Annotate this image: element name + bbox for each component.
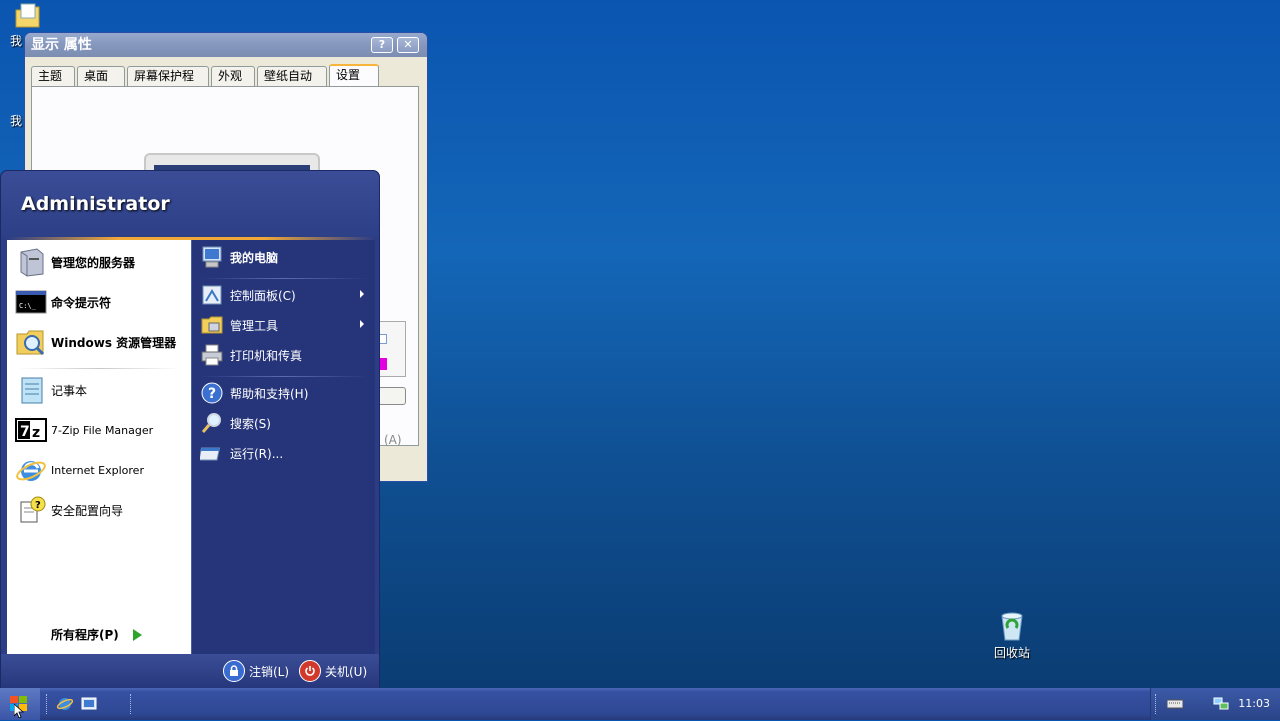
help-button[interactable]: ? (371, 37, 393, 53)
menu-item-notepad[interactable]: 记事本 (15, 372, 185, 408)
folder-icon (13, 2, 43, 30)
menu-item-my-computer[interactable]: 我的电脑 (200, 244, 370, 270)
recycle-bin-icon (997, 610, 1027, 642)
menu-item-admin-tools[interactable]: 管理工具 (200, 312, 370, 338)
ie-quicklaunch-icon[interactable] (56, 695, 74, 716)
taskbar: 11:03 (0, 688, 1280, 720)
shutdown-label: 关机(U) (325, 664, 368, 679)
tab-settings[interactable]: 设置 (329, 64, 379, 86)
menu-item-label: 打印机和传真 (230, 348, 303, 363)
tab-wallpaper-changer[interactable]: 壁纸自动换 (257, 66, 327, 101)
menu-item-label: Internet Explorer (51, 463, 144, 477)
mouse-cursor-icon (13, 703, 25, 721)
clock[interactable]: 11:03 (1238, 697, 1270, 710)
computer-icon (200, 245, 224, 269)
menu-item-label: 命令提示符 (51, 295, 112, 310)
separator (200, 376, 368, 377)
svg-text:?: ? (208, 386, 216, 402)
window-titlebar[interactable]: 显示 属性 (25, 33, 427, 57)
shutdown-button[interactable]: 关机(U) (299, 660, 367, 682)
taskbar-grip[interactable] (130, 694, 132, 714)
desktop-icon-computer[interactable]: 我 (6, 110, 26, 129)
logoff-button[interactable]: 注销(L) (223, 660, 289, 682)
system-tray: 11:03 (1150, 688, 1280, 720)
close-button[interactable]: ✕ (397, 37, 419, 53)
menu-item-label: 搜索(S) (230, 416, 271, 431)
logoff-label: 注销(L) (249, 664, 290, 679)
menu-item-label: Windows 资源管理器 (51, 335, 177, 350)
user-name: Administrator (21, 193, 170, 215)
menu-item-label: 记事本 (51, 383, 88, 398)
menu-item-label: 管理工具 (230, 318, 279, 333)
separator (200, 278, 368, 279)
menu-item-help[interactable]: ? 帮助和支持(H) (200, 380, 370, 406)
window-title: 显示 属性 (31, 37, 92, 53)
server-icon (15, 246, 47, 278)
keyboard-icon[interactable] (1166, 698, 1184, 713)
menu-item-cmd[interactable]: C:\_ 命令提示符 (15, 284, 185, 320)
tab-desktop[interactable]: 桌面 (77, 66, 125, 86)
menu-item-manage-server[interactable]: 管理您的服务器 (15, 244, 185, 280)
start-menu-right-pane: 我的电脑 控制面板(C) 管理工具 打印机和传真 ? 帮助和支持(H) 搜索(S… (191, 240, 375, 654)
notepad-icon (15, 374, 47, 406)
menu-item-label: 安全配置向导 (51, 503, 124, 518)
advanced-button[interactable] (376, 387, 406, 405)
desktop-icon-label: 回收站 (993, 646, 1030, 660)
search-icon (200, 411, 224, 435)
help-icon: ? (200, 381, 224, 405)
tray-grip (1155, 694, 1157, 714)
svg-text:?: ? (35, 500, 41, 511)
printer-icon (200, 343, 224, 367)
svg-text:z: z (32, 425, 40, 441)
explorer-icon (15, 326, 47, 358)
menu-item-run[interactable]: 运行(R)... (198, 440, 370, 466)
menu-item-security-wizard[interactable]: ? 安全配置向导 (15, 492, 185, 528)
control-panel-icon (200, 283, 224, 307)
tab-screensaver[interactable]: 屏幕保护程序 (127, 66, 209, 101)
svg-text:7: 7 (20, 424, 30, 440)
admin-tools-icon (200, 313, 224, 337)
separator (17, 368, 181, 369)
menu-item-label: 帮助和支持(H) (230, 386, 309, 401)
start-menu: Administrator 管理您的服务器 C:\_ 命令提示符 Windows… (0, 170, 380, 691)
tab-appearance[interactable]: 外观 (211, 66, 255, 86)
menu-item-explorer[interactable]: Windows 资源管理器 (15, 324, 185, 360)
quicklaunch-grip[interactable] (46, 694, 48, 714)
desktop-icon-recycle-bin[interactable]: 回收站 (982, 610, 1042, 661)
submenu-arrow-icon (360, 320, 364, 328)
security-wizard-icon: ? (15, 494, 47, 526)
tab-strip: 主题 桌面 屏幕保护程序 外观 壁纸自动换 设置 (31, 64, 381, 101)
network-icon[interactable] (1213, 697, 1229, 714)
start-button[interactable] (0, 688, 40, 720)
all-programs-button[interactable]: 所有程序(P) (51, 626, 142, 643)
menu-item-label: 运行(R)... (230, 446, 284, 461)
start-menu-footer: 注销(L) 关机(U) (1, 654, 379, 691)
menu-item-label: 管理您的服务器 (51, 255, 136, 270)
show-desktop-icon[interactable] (80, 695, 98, 716)
lock-icon (223, 660, 245, 682)
submenu-arrow-icon (360, 290, 364, 298)
tab-theme[interactable]: 主题 (31, 66, 75, 86)
ie-icon (15, 454, 47, 486)
menu-item-ie[interactable]: Internet Explorer (15, 452, 185, 488)
menu-item-7zip[interactable]: 7z 7-Zip File Manager (15, 412, 185, 448)
menu-item-label: 7-Zip File Manager (51, 423, 154, 437)
power-icon (299, 660, 321, 682)
menu-item-label: 我的电脑 (230, 250, 279, 265)
menu-item-control-panel[interactable]: 控制面板(C) (200, 282, 370, 308)
menu-item-search[interactable]: 搜索(S) (200, 410, 370, 436)
7zip-icon: 7z (15, 414, 47, 446)
start-menu-left-pane: 管理您的服务器 C:\_ 命令提示符 Windows 资源管理器 记事本 7z … (7, 240, 191, 683)
run-icon (198, 441, 224, 465)
green-arrow-icon (132, 628, 142, 641)
menu-item-label: 控制面板(C) (230, 288, 296, 303)
apply-button-fragment[interactable]: (A) (384, 433, 402, 447)
all-programs-label: 所有程序(P) (51, 628, 119, 642)
menu-item-printers[interactable]: 打印机和传真 (200, 342, 370, 368)
svg-text:C:\_: C:\_ (19, 302, 37, 310)
cmd-icon: C:\_ (15, 286, 47, 318)
